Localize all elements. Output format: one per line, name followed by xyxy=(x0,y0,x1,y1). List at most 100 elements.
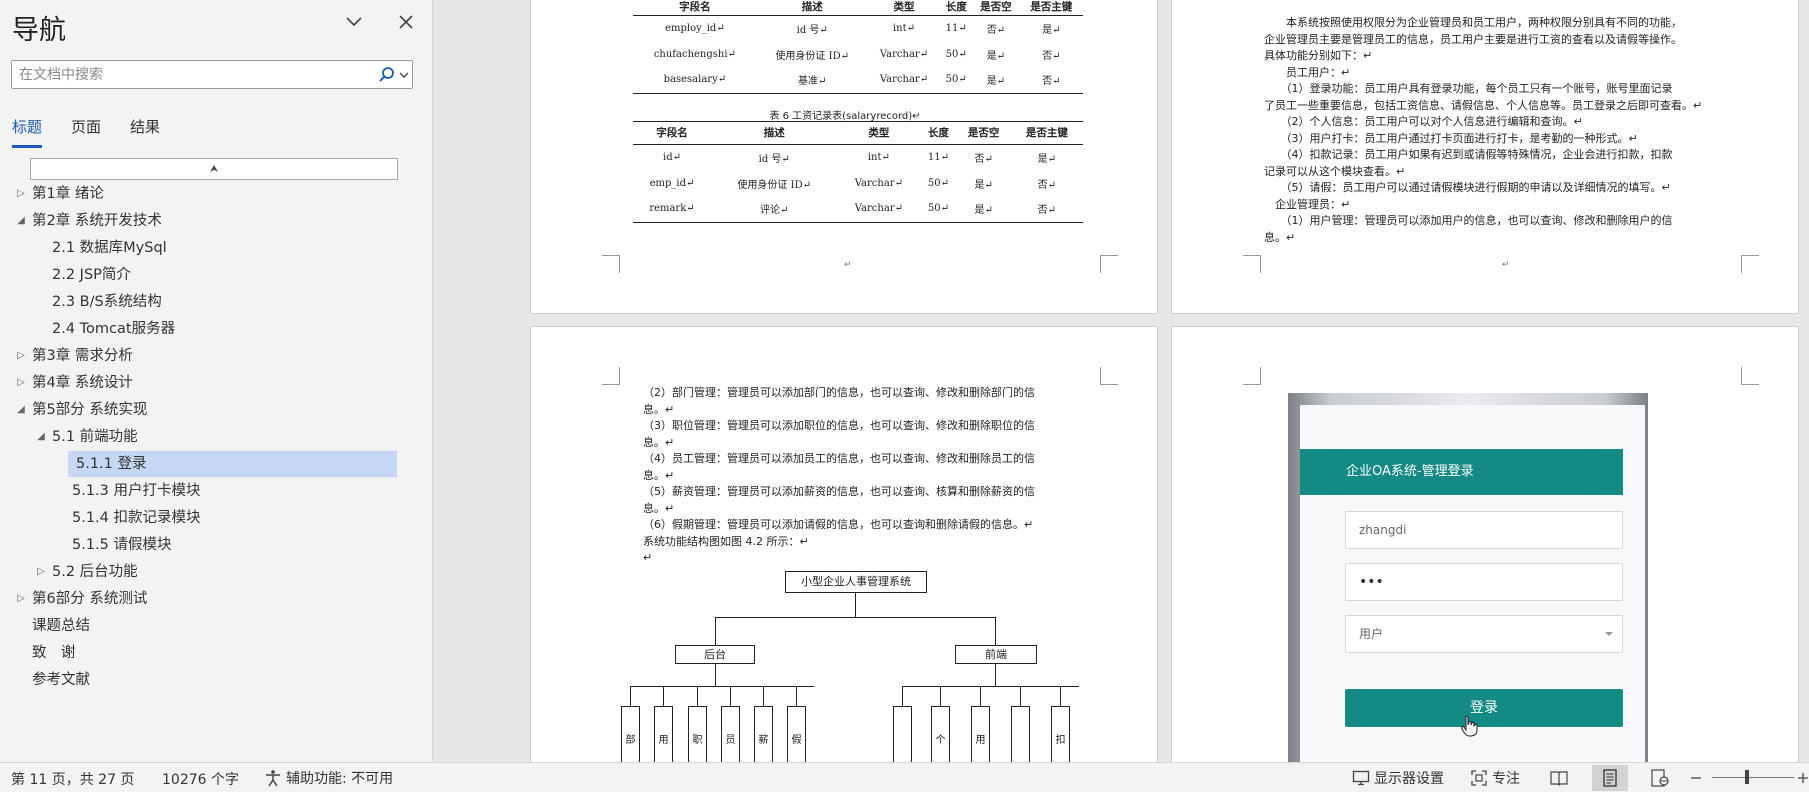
zoom-slider-thumb[interactable] xyxy=(1745,770,1749,784)
username-field[interactable]: zhangdi xyxy=(1345,511,1623,549)
read-mode-button[interactable] xyxy=(1541,765,1577,791)
nav-heading-item[interactable]: 致 谢 xyxy=(0,640,420,666)
text-line: 具体功能分别如下：↵ xyxy=(1264,49,1373,62)
search-input[interactable] xyxy=(19,65,379,85)
expanded-arrow-icon[interactable]: ◢ xyxy=(15,208,27,234)
org-root: 小型企业人事管理系统 xyxy=(785,571,927,593)
role-select[interactable]: 用户 xyxy=(1345,615,1623,653)
field-table-2: 字段名 描述 类型 长度 是否空 是否主键 id↵ id 号↵ int↵ 11↵… xyxy=(633,121,1083,223)
nav-heading-item[interactable]: ◢ 第5部分 系统实现 xyxy=(0,397,420,423)
text-line: 企业管理员主要是管理员工的信息，员工用户主要是进行工资的查看以及请假等操作。 xyxy=(1264,32,1682,46)
nav-heading-item[interactable]: 5.1.4 扣款记录模块 xyxy=(0,505,420,531)
display-settings-button[interactable]: 显示器设置 xyxy=(1352,767,1444,789)
org-leaf-left: 部 xyxy=(621,706,640,762)
table-cell: 评论↵ xyxy=(711,196,838,223)
table-row: basesalary↵ 基准↵ Varchar↵ 50↵ 是↵ 否↵ xyxy=(633,67,1083,94)
col-header: 是否主键 xyxy=(1010,122,1083,145)
zoom-slider-track[interactable] xyxy=(1712,777,1794,778)
pane-options-chevron-icon[interactable] xyxy=(342,10,366,34)
text-line: （3）职位管理：管理员可以添加职位的信息，也可以查询、修改和删除职位的信 xyxy=(643,419,1035,432)
nav-heading-item[interactable]: 2.2 JSP简介 xyxy=(0,262,420,288)
table-cell: 50↵ xyxy=(940,67,973,94)
collapse-all-button[interactable]: ⮝ xyxy=(30,158,398,180)
text-line: （5）薪资管理：管理员可以添加薪资的信息，也可以查询、核算和删除薪资的信 xyxy=(643,485,1035,498)
display-settings-label: 显示器设置 xyxy=(1374,771,1444,787)
password-field[interactable]: ••• xyxy=(1345,563,1623,601)
close-pane-icon[interactable] xyxy=(394,10,418,34)
nav-heading-item[interactable]: ◢ 第2章 系统开发技术 xyxy=(0,208,420,234)
text-line: 企业管理员：↵ xyxy=(1264,197,1351,211)
table-row: id↵ id 号↵ int↵ 11↵ 否↵ 是↵ xyxy=(633,144,1083,170)
search-icon[interactable] xyxy=(378,66,396,84)
nav-heading-item[interactable]: 2.4 Tomcat服务器 xyxy=(0,316,420,342)
zoom-in-button[interactable] xyxy=(1798,767,1808,789)
table-cell: 50↵ xyxy=(920,196,957,223)
login-screenshot: 企业OA系统-管理登录 zhangdi ••• 用户 登录 xyxy=(1288,393,1648,762)
navigation-title: 导航 xyxy=(12,15,66,45)
nav-heading-item[interactable]: ▷ 第4章 系统设计 xyxy=(0,370,420,396)
connector xyxy=(995,617,996,645)
nav-heading-item[interactable]: 参考文献 xyxy=(0,667,420,693)
nav-heading-label: 第3章 需求分析 xyxy=(32,348,133,364)
nav-heading-label: 5.1 前端功能 xyxy=(52,429,138,445)
nav-heading-item[interactable]: ▷ 5.2 后台功能 xyxy=(0,559,420,585)
search-options-chevron-icon[interactable] xyxy=(399,68,409,82)
login-card: 企业OA系统-管理登录 zhangdi ••• 用户 登录 xyxy=(1300,405,1645,762)
text-line: 息。↵ xyxy=(643,402,675,416)
margin-mark xyxy=(1100,255,1118,273)
expanded-arrow-icon[interactable]: ◢ xyxy=(15,397,27,423)
zoom-out-button[interactable] xyxy=(1690,767,1702,789)
table-cell: id 号↵ xyxy=(758,153,790,165)
col-header: 长度 xyxy=(940,0,973,16)
page-count[interactable]: 第 11 页，共 27 页 xyxy=(11,769,134,789)
table-cell: 11↵ xyxy=(945,22,967,34)
nav-heading-label: 第2章 系统开发技术 xyxy=(32,213,162,229)
text-line: 息。↵ xyxy=(643,468,675,482)
nav-heading-item[interactable]: 5.1.1 登录 xyxy=(68,451,397,477)
nav-heading-item[interactable]: 5.1.5 请假模块 xyxy=(0,532,420,558)
nav-heading-item[interactable]: 2.1 数据库MySql xyxy=(0,235,420,261)
collapsed-arrow-icon[interactable]: ▷ xyxy=(15,343,27,369)
table-cell: 否↵ xyxy=(1019,67,1083,94)
tab-results[interactable]: 结果 xyxy=(130,116,160,148)
nav-heading-label: 2.2 JSP简介 xyxy=(52,267,131,283)
tab-pages[interactable]: 页面 xyxy=(71,116,101,148)
login-button[interactable]: 登录 xyxy=(1345,689,1623,727)
text-line: 员工用户：↵ xyxy=(1264,65,1351,79)
margin-mark xyxy=(1741,255,1759,273)
nav-heading-item[interactable]: ▷ 第1章 绪论 xyxy=(0,181,420,207)
text-line: （2）个人信息：员工用户可以对个人信息进行编辑和查询。↵ xyxy=(1264,115,1583,128)
nav-heading-item[interactable]: 2.3 B/S系统结构 xyxy=(0,289,420,315)
table-cell: 50↵ xyxy=(927,177,949,189)
focus-label: 专注 xyxy=(1492,771,1520,787)
table-cell: chufachengshi↵ xyxy=(653,48,736,60)
print-layout-button[interactable] xyxy=(1592,765,1628,791)
focus-mode-button[interactable]: 专注 xyxy=(1470,767,1520,789)
web-layout-button[interactable] xyxy=(1642,765,1678,791)
word-count[interactable]: 10276 个字 xyxy=(162,769,239,789)
col-header: 长度 xyxy=(920,122,957,145)
text-line: 息。↵ xyxy=(1264,230,1296,244)
accessibility-status[interactable]: 辅助功能: 不可用 xyxy=(264,767,393,789)
text-line: （2）部门管理：管理员可以添加部门的信息，也可以查询、修改和删除部门的信 xyxy=(643,386,1035,399)
nav-heading-item[interactable]: ◢ 5.1 前端功能 xyxy=(0,424,420,450)
nav-heading-item[interactable]: ▷ 第3章 需求分析 xyxy=(0,343,420,369)
nav-heading-item[interactable]: ▷ 第6部分 系统测试 xyxy=(0,586,420,612)
nav-heading-item[interactable]: 课题总结 xyxy=(0,613,420,639)
body-text: （2）部门管理：管理员可以添加部门的信息，也可以查询、修改和删除部门的信 息。↵ （… xyxy=(643,385,1113,567)
document-area[interactable]: 字段名 描述 类型 长度 是否空 是否主键 employ_id↵ id 号↵ i… xyxy=(434,0,1809,762)
collapsed-arrow-icon[interactable]: ▷ xyxy=(15,181,27,207)
page-tables: 字段名 描述 类型 长度 是否空 是否主键 employ_id↵ id 号↵ i… xyxy=(530,0,1158,314)
collapsed-arrow-icon[interactable]: ▷ xyxy=(15,586,27,612)
tab-headings[interactable]: 标题 xyxy=(12,116,43,148)
margin-mark xyxy=(602,255,620,273)
table-cell: employ_id↵ xyxy=(665,22,725,34)
expanded-arrow-icon[interactable]: ◢ xyxy=(35,424,47,450)
page-functions-text: 本系统按照使用权限分为企业管理员和员工用户，两种权限分别具有不同的功能， 企业管理… xyxy=(1171,0,1799,314)
nav-heading-item[interactable]: 5.1.3 用户打卡模块 xyxy=(0,478,420,504)
collapsed-arrow-icon[interactable]: ▷ xyxy=(35,559,47,585)
connector xyxy=(715,617,716,645)
collapsed-arrow-icon[interactable]: ▷ xyxy=(15,370,27,396)
plus-icon xyxy=(1798,773,1808,783)
connector xyxy=(1060,686,1061,706)
